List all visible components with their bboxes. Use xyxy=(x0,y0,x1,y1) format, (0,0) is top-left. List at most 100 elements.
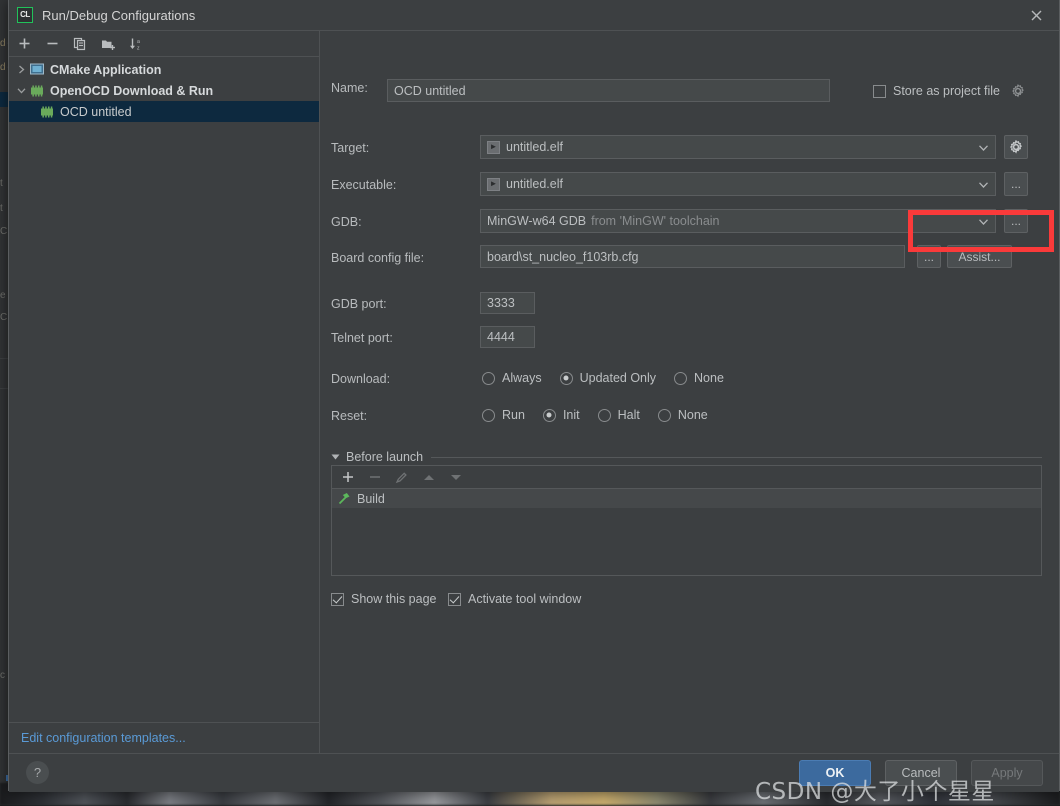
board-config-input[interactable]: board\st_nucleo_f103rb.cfg xyxy=(480,245,905,268)
gdb-combobox[interactable]: MinGW-w64 GDB from 'MinGW' toolchain xyxy=(480,209,996,233)
cancel-button[interactable]: Cancel xyxy=(885,760,957,786)
store-as-project-file-checkbox[interactable]: Store as project file xyxy=(873,84,1000,98)
sort-alphabetical-icon[interactable]: a z xyxy=(127,35,145,53)
remove-task-button[interactable] xyxy=(367,470,382,485)
gdb-value: MinGW-w64 GDB xyxy=(487,214,586,228)
name-input[interactable]: OCD untitled xyxy=(387,79,830,102)
triangle-down-icon[interactable] xyxy=(331,448,340,466)
tree-item-cmake-application[interactable]: CMake Application xyxy=(9,59,319,80)
before-launch-task-list: Build xyxy=(332,489,1041,575)
chevron-down-icon xyxy=(979,214,988,228)
before-launch-panel: Build xyxy=(331,465,1042,576)
pencil-icon[interactable] xyxy=(394,470,409,485)
target-value: untitled.elf xyxy=(506,140,563,154)
dialog-title: Run/Debug Configurations xyxy=(42,8,195,23)
download-row-label: Download: xyxy=(331,372,390,386)
chevron-down-icon[interactable] xyxy=(13,80,29,101)
gdb-browse-button[interactable]: ... xyxy=(1004,209,1028,233)
telnet-port-input[interactable]: 4444 xyxy=(480,326,535,348)
add-task-button[interactable] xyxy=(340,470,355,485)
ghost-text-line: C xyxy=(0,312,7,323)
svg-text:z: z xyxy=(137,45,140,51)
gdb-row: GDB: xyxy=(331,215,362,229)
before-launch-task-row[interactable]: Build xyxy=(332,489,1041,508)
activate-tool-window-checkbox[interactable]: Activate tool window xyxy=(448,592,581,606)
gdb-port-input[interactable]: 3333 xyxy=(480,292,535,314)
radio-indicator xyxy=(482,409,495,422)
target-settings-button[interactable] xyxy=(1004,135,1028,159)
target-combobox[interactable]: ► untitled.elf xyxy=(480,135,996,159)
target-row: Target: xyxy=(331,141,369,155)
board-config-browse-button[interactable]: ... xyxy=(917,245,941,268)
close-icon[interactable] xyxy=(1013,0,1059,30)
board-config-assist-button[interactable]: Assist... xyxy=(947,245,1012,268)
openocd-icon xyxy=(29,83,45,99)
reset-option-run[interactable]: Run xyxy=(482,408,525,422)
download-option-always[interactable]: Always xyxy=(482,371,542,385)
before-launch-header[interactable]: Before launch xyxy=(331,448,1042,466)
tree-item-label: CMake Application xyxy=(50,63,161,77)
dialog-footer: ? OK Cancel Apply xyxy=(9,753,1059,792)
activate-tool-window-label: Activate tool window xyxy=(468,592,581,606)
help-button[interactable]: ? xyxy=(26,761,49,784)
radio-label: Run xyxy=(502,408,525,422)
elf-binary-icon: ► xyxy=(487,178,500,191)
arrow-up-icon[interactable] xyxy=(421,470,436,485)
reset-option-none[interactable]: None xyxy=(658,408,708,422)
arrow-down-icon[interactable] xyxy=(448,470,463,485)
openocd-icon xyxy=(39,104,55,120)
download-option-updated-only[interactable]: Updated Only xyxy=(560,371,656,385)
radio-label: Always xyxy=(502,371,542,385)
radio-indicator xyxy=(482,372,495,385)
folder-add-icon[interactable] xyxy=(99,35,117,53)
executable-row: Executable: xyxy=(331,178,396,192)
chevron-right-icon[interactable] xyxy=(13,59,29,80)
executable-value: untitled.elf xyxy=(506,177,563,191)
reset-option-init[interactable]: Init xyxy=(543,408,580,422)
radio-indicator xyxy=(543,409,556,422)
hammer-icon xyxy=(337,492,351,506)
configurations-toolbar: a z xyxy=(9,31,319,57)
checkbox-box xyxy=(331,593,344,606)
board-config-label: Board config file: xyxy=(331,251,424,265)
plus-icon[interactable] xyxy=(15,35,33,53)
ghost-text-line: t xyxy=(0,203,2,214)
tree-item-openocd-download-and-run[interactable]: OpenOCD Download & Run xyxy=(9,80,319,101)
executable-label: Executable: xyxy=(331,178,396,192)
configurations-sidebar: a z xyxy=(9,31,320,753)
edit-templates-bar: Edit configuration templates... xyxy=(9,722,319,753)
copy-icon[interactable] xyxy=(71,35,89,53)
chevron-down-icon xyxy=(979,140,988,154)
download-label: Download: xyxy=(331,372,390,386)
run-debug-configurations-dialog: CL Run/Debug Configurations xyxy=(8,0,1060,791)
radio-indicator xyxy=(658,409,671,422)
before-launch-divider xyxy=(431,457,1042,458)
show-this-page-checkbox[interactable]: Show this page xyxy=(331,592,436,606)
telnet-port-label: Telnet port: xyxy=(331,331,393,345)
edit-configuration-templates-link[interactable]: Edit configuration templates... xyxy=(21,731,186,745)
download-option-none[interactable]: None xyxy=(674,371,724,385)
ok-button[interactable]: OK xyxy=(799,760,871,786)
reset-option-halt[interactable]: Halt xyxy=(598,408,640,422)
download-radio-group: Always Updated Only None xyxy=(482,371,742,385)
apply-button[interactable]: Apply xyxy=(971,760,1043,786)
radio-label: None xyxy=(678,408,708,422)
executable-browse-button[interactable]: ... xyxy=(1004,172,1028,196)
minus-icon[interactable] xyxy=(43,35,61,53)
configurations-tree: CMake Application xyxy=(9,57,319,722)
name-label: Name: xyxy=(331,81,391,95)
name-row: Name: xyxy=(331,81,391,95)
reset-label: Reset: xyxy=(331,409,367,423)
tree-item-ocd-untitled[interactable]: OCD untitled xyxy=(9,101,319,122)
checkbox-box xyxy=(448,593,461,606)
reset-row-label: Reset: xyxy=(331,409,367,423)
reset-radio-group: Run Init Halt None xyxy=(482,408,726,422)
ghost-text-line: e xyxy=(0,290,5,301)
radio-indicator xyxy=(674,372,687,385)
target-label: Target: xyxy=(331,141,369,155)
executable-combobox[interactable]: ► untitled.elf xyxy=(480,172,996,196)
store-settings-gear-icon[interactable] xyxy=(1011,84,1025,103)
gdb-label: GDB: xyxy=(331,215,362,229)
radio-indicator xyxy=(560,372,573,385)
ghost-text-line: C xyxy=(0,226,7,237)
